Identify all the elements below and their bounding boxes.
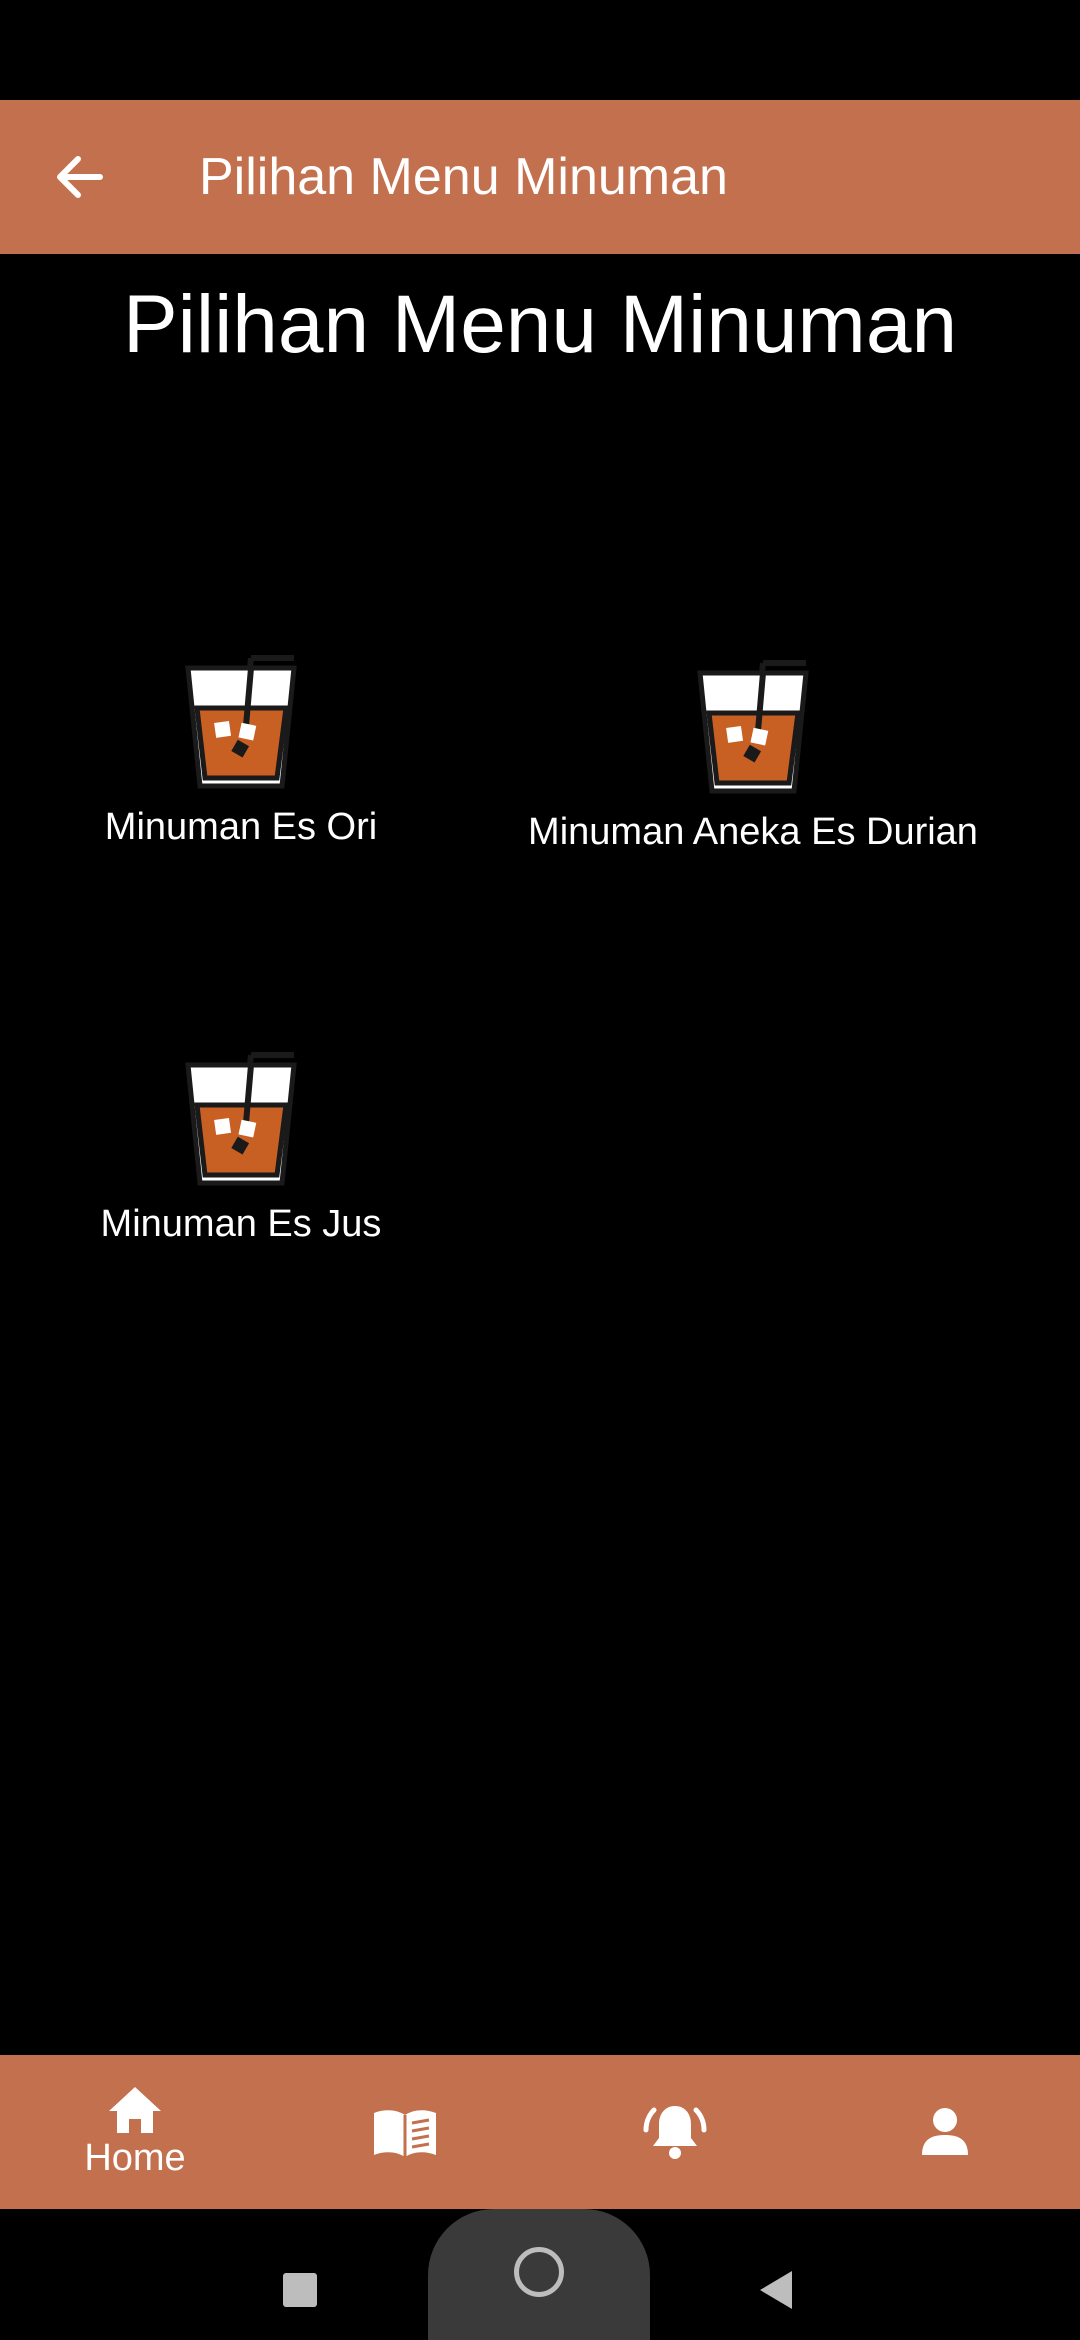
menu-item-es-ori[interactable]: Minuman Es Ori: [91, 650, 391, 849]
system-home-button[interactable]: [428, 2209, 650, 2340]
home-circle-icon: [514, 2247, 564, 2297]
app-bar-title: Pilihan Menu Minuman: [199, 148, 728, 206]
recent-apps-button[interactable]: [283, 2273, 317, 2307]
nav-item-profile[interactable]: [810, 2055, 1080, 2209]
status-bar: [0, 0, 1080, 100]
system-back-button[interactable]: [760, 2271, 792, 2309]
menu-item-label: Minuman Es Ori: [104, 806, 378, 848]
menu-item-aneka-es-durian[interactable]: Minuman Aneka Es Durian: [513, 655, 993, 854]
app-bar: Pilihan Menu Minuman: [0, 100, 1080, 254]
arrow-left-icon: [57, 156, 103, 198]
iced-drink-icon: [185, 1052, 297, 1186]
back-button[interactable]: [44, 140, 114, 214]
notification-bell-icon: [643, 2106, 707, 2159]
nav-item-menu[interactable]: [270, 2055, 540, 2209]
nav-item-notifications[interactable]: [540, 2055, 810, 2209]
menu-book-icon: [374, 2110, 436, 2157]
iced-drink-icon: [697, 660, 809, 794]
nav-item-label: Home: [84, 2136, 186, 2179]
iced-drink-icon: [185, 655, 297, 789]
menu-item-label: Minuman Aneka Es Durian: [528, 811, 978, 853]
menu-item-label: Minuman Es Jus: [100, 1203, 382, 1245]
nav-item-home[interactable]: Home: [0, 2055, 270, 2209]
home-icon: [109, 2086, 161, 2133]
page-heading: Pilihan Menu Minuman: [122, 279, 958, 370]
bottom-navigation: Home: [0, 2055, 1080, 2209]
menu-item-es-jus[interactable]: Minuman Es Jus: [91, 1047, 391, 1246]
system-navigation-bar: [0, 2209, 1080, 2340]
profile-icon: [922, 2108, 968, 2155]
